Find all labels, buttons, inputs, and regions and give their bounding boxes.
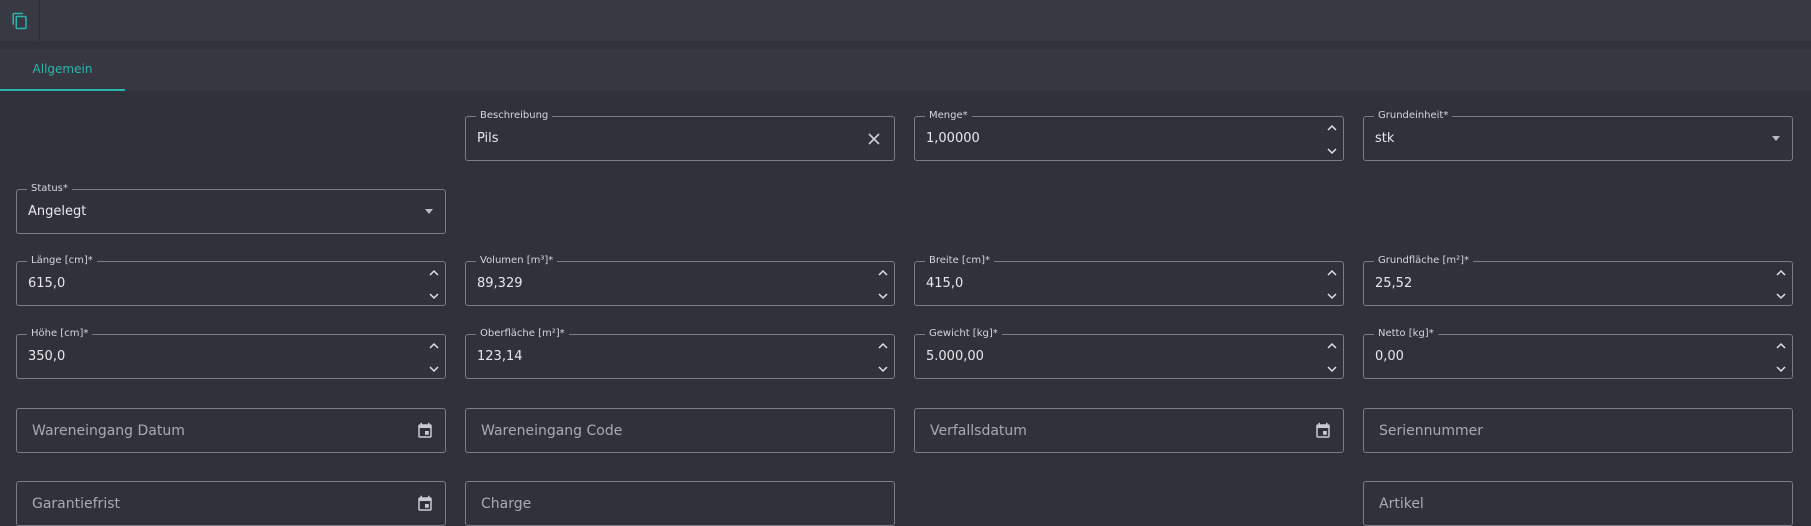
artikel-placeholder: Artikel xyxy=(1379,495,1424,512)
laenge-stepper[interactable] xyxy=(427,264,441,304)
status-value: Angelegt xyxy=(28,204,87,219)
menge-value: 1,00000 xyxy=(926,131,980,146)
tab-allgemein[interactable]: Allgemein xyxy=(0,49,125,91)
charge-placeholder: Charge xyxy=(481,495,532,512)
charge-input[interactable]: Charge xyxy=(465,481,895,526)
garantiefrist-placeholder: Garantiefrist xyxy=(32,495,120,512)
chevron-down-icon[interactable] xyxy=(1327,143,1337,159)
breite-stepper[interactable] xyxy=(1325,264,1339,304)
netto-stepper[interactable] xyxy=(1774,337,1788,377)
grundeinheit-select[interactable]: Grundeinheit* stk xyxy=(1363,109,1793,161)
gewicht-stepper[interactable] xyxy=(1325,337,1339,377)
copy-icon xyxy=(12,12,27,29)
calendar-icon xyxy=(418,422,432,438)
hoehe-stepper[interactable] xyxy=(427,337,441,377)
breite-field[interactable]: Breite [cm]* 415,0 xyxy=(914,254,1344,306)
status-select[interactable]: Status* Angelegt xyxy=(16,182,446,234)
breite-value: 415,0 xyxy=(926,276,964,291)
chevron-down-icon[interactable] xyxy=(878,361,888,377)
volumen-stepper[interactable] xyxy=(876,264,890,304)
hoehe-field[interactable]: Höhe [cm]* 350,0 xyxy=(16,327,446,379)
caret-down-icon[interactable] xyxy=(425,209,433,214)
garantiefrist-picker[interactable] xyxy=(415,494,435,514)
beschreibung-field[interactable]: Beschreibung Pils xyxy=(465,109,895,161)
wareneingang-code-input[interactable]: Wareneingang Code xyxy=(465,408,895,453)
chevron-up-icon[interactable] xyxy=(1327,264,1337,280)
verfallsdatum-input[interactable]: Verfallsdatum xyxy=(914,408,1344,453)
chevron-down-icon[interactable] xyxy=(429,288,439,304)
beschreibung-value: Pils xyxy=(477,131,499,146)
seriennummer-placeholder: Seriennummer xyxy=(1379,422,1484,439)
verfallsdatum-placeholder: Verfallsdatum xyxy=(930,422,1027,439)
chevron-up-icon[interactable] xyxy=(1327,119,1337,135)
clear-button[interactable] xyxy=(864,129,884,149)
wareneingang-datum-picker[interactable] xyxy=(415,421,435,441)
menge-field[interactable]: Menge* 1,00000 xyxy=(914,109,1344,161)
chevron-down-icon[interactable] xyxy=(1776,361,1786,377)
wareneingang-datum-input[interactable]: Wareneingang Datum xyxy=(16,408,446,453)
wareneingang-code-placeholder: Wareneingang Code xyxy=(481,422,623,439)
verfallsdatum-picker[interactable] xyxy=(1313,421,1333,441)
grundflaeche-field[interactable]: Grundfläche [m²]* 25,52 xyxy=(1363,254,1793,306)
wareneingang-datum-placeholder: Wareneingang Datum xyxy=(32,422,185,439)
chevron-down-icon[interactable] xyxy=(429,361,439,377)
menge-stepper[interactable] xyxy=(1325,119,1339,159)
garantiefrist-input[interactable]: Garantiefrist xyxy=(16,481,446,526)
laenge-field[interactable]: Länge [cm]* 615,0 xyxy=(16,254,446,306)
grundflaeche-stepper[interactable] xyxy=(1774,264,1788,304)
volumen-field[interactable]: Volumen [m³]* 89,329 xyxy=(465,254,895,306)
chevron-up-icon[interactable] xyxy=(878,337,888,353)
tab-bar: Allgemein xyxy=(0,49,1811,91)
calendar-icon xyxy=(418,495,432,511)
chevron-down-icon[interactable] xyxy=(878,288,888,304)
seriennummer-input[interactable]: Seriennummer xyxy=(1363,408,1793,453)
netto-value: 0,00 xyxy=(1375,349,1404,364)
chevron-up-icon[interactable] xyxy=(1776,337,1786,353)
copy-button[interactable] xyxy=(0,0,40,41)
caret-down-icon[interactable] xyxy=(1772,136,1780,141)
oberflaeche-stepper[interactable] xyxy=(876,337,890,377)
chevron-down-icon[interactable] xyxy=(1327,288,1337,304)
gewicht-value: 5.000,00 xyxy=(926,349,984,364)
chevron-up-icon[interactable] xyxy=(1776,264,1786,280)
calendar-icon xyxy=(1316,422,1330,438)
chevron-up-icon[interactable] xyxy=(429,337,439,353)
close-icon xyxy=(868,133,880,145)
oberflaeche-field[interactable]: Oberfläche [m²]* 123,14 xyxy=(465,327,895,379)
gewicht-field[interactable]: Gewicht [kg]* 5.000,00 xyxy=(914,327,1344,379)
chevron-down-icon[interactable] xyxy=(1327,361,1337,377)
artikel-input[interactable]: Artikel xyxy=(1363,481,1793,526)
hoehe-value: 350,0 xyxy=(28,349,66,364)
netto-field[interactable]: Netto [kg]* 0,00 xyxy=(1363,327,1793,379)
grundflaeche-value: 25,52 xyxy=(1375,276,1413,291)
oberflaeche-value: 123,14 xyxy=(477,349,523,364)
toolbar xyxy=(0,0,1811,41)
chevron-down-icon[interactable] xyxy=(1776,288,1786,304)
volumen-value: 89,329 xyxy=(477,276,523,291)
laenge-value: 615,0 xyxy=(28,276,66,291)
chevron-up-icon[interactable] xyxy=(878,264,888,280)
chevron-up-icon[interactable] xyxy=(1327,337,1337,353)
chevron-up-icon[interactable] xyxy=(429,264,439,280)
grundeinheit-value: stk xyxy=(1375,131,1395,146)
